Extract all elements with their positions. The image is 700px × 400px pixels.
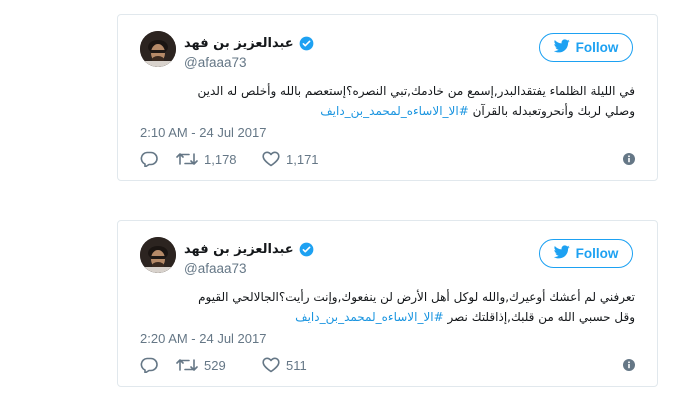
tweet-text-line: في الليلة الظلماء يفتقدالبدر,إسمع من خاد…: [197, 84, 635, 98]
timestamp[interactable]: 2:10 AM - 24 Jul 2017: [140, 125, 266, 140]
tweet-text-line: وصلي لربك وأنحروتعبدله بالقرآن #الا_الاس…: [136, 101, 635, 121]
reply-icon: [140, 151, 158, 167]
heart-icon: [262, 357, 280, 373]
author-name[interactable]: عبدالعزيز بن فهد: [184, 36, 294, 51]
follow-button[interactable]: Follow: [539, 239, 633, 268]
info-icon: [623, 359, 635, 371]
reply-button[interactable]: [140, 151, 176, 167]
retweet-button[interactable]: 1,178: [176, 151, 262, 167]
like-count: 1,171: [286, 151, 319, 167]
verified-badge-icon: [299, 36, 314, 51]
like-button[interactable]: 1,171: [262, 151, 352, 167]
author-handle[interactable]: @afaaa73: [184, 55, 314, 70]
heart-icon: [262, 151, 280, 167]
follow-button[interactable]: Follow: [539, 33, 633, 62]
like-button[interactable]: 511: [262, 357, 352, 373]
tweet-text-segment: وصلي لربك وأنحروتعبدله بالقرآن: [468, 104, 635, 118]
retweet-count: 1,178: [204, 151, 237, 167]
tweet-actions: 1,178 1,171: [140, 149, 635, 169]
reply-button[interactable]: [140, 357, 176, 373]
tweet-text-line: وقل حسبي الله من قلبك,إذاقلتك نصر #الا_ا…: [136, 307, 635, 327]
retweet-icon: [176, 151, 198, 167]
tweet-text-segment: وقل حسبي الله من قلبك,إذاقلتك نصر: [443, 310, 635, 324]
retweet-icon: [176, 357, 198, 373]
tweet-text: تعرفني لم أعشك أوعيرك,والله لوكل أهل الأ…: [136, 287, 635, 327]
follow-label: Follow: [575, 40, 619, 55]
tweet-text: في الليلة الظلماء يفتقدالبدر,إسمع من خاد…: [136, 81, 635, 121]
follow-label: Follow: [575, 246, 619, 261]
author-name[interactable]: عبدالعزيز بن فهد: [184, 242, 294, 257]
verified-badge-icon: [299, 242, 314, 257]
hashtag-link[interactable]: #الا_الاساءه_لمحمد_بن_دايف: [320, 104, 469, 118]
reply-icon: [140, 357, 158, 373]
like-count: 511: [286, 357, 307, 373]
info-button[interactable]: [623, 153, 635, 165]
retweet-button[interactable]: 529: [176, 357, 262, 373]
twitter-bird-icon: [553, 39, 570, 56]
tweet-card: عبدالعزيز بن فهد @afaaa73 Follow تعرفني …: [117, 220, 658, 387]
tweet-card: عبدالعزيز بن فهد @afaaa73 Follow في اللي…: [117, 14, 658, 181]
avatar[interactable]: [140, 237, 176, 273]
avatar[interactable]: [140, 31, 176, 67]
author-handle[interactable]: @afaaa73: [184, 261, 314, 276]
retweet-count: 529: [204, 357, 226, 373]
timestamp[interactable]: 2:20 AM - 24 Jul 2017: [140, 331, 266, 346]
hashtag-link[interactable]: #الا_الاساءه_لمحمد_بن_دايف: [295, 310, 444, 324]
info-button[interactable]: [623, 359, 635, 371]
tweet-actions: 529 511: [140, 355, 635, 375]
twitter-bird-icon: [553, 245, 570, 262]
tweet-text-line: تعرفني لم أعشك أوعيرك,والله لوكل أهل الأ…: [198, 290, 635, 304]
info-icon: [623, 153, 635, 165]
